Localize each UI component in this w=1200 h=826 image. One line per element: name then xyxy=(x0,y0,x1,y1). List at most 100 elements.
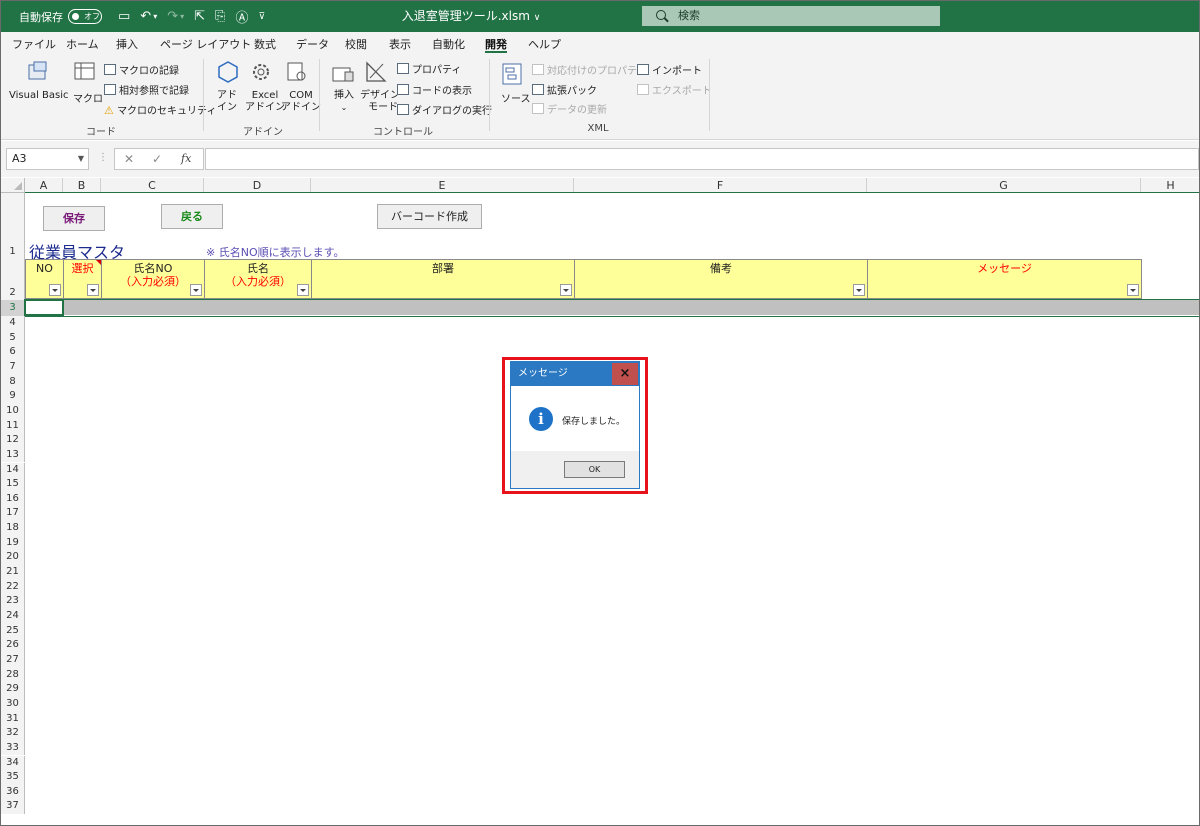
row-header-3[interactable]: 3 xyxy=(1,300,25,316)
chevron-down-icon[interactable]: ▾ xyxy=(153,12,157,21)
row-header-29[interactable]: 29 xyxy=(1,682,25,697)
row-header-12[interactable]: 12 xyxy=(1,433,25,448)
row-header-27[interactable]: 27 xyxy=(1,652,25,668)
row-header-37[interactable]: 37 xyxy=(1,799,25,815)
addin-button[interactable]: アド イン xyxy=(217,90,237,114)
row-header-32[interactable]: 32 xyxy=(1,726,25,741)
ok-button[interactable]: OK xyxy=(564,461,625,478)
filter-dropdown-icon[interactable] xyxy=(297,284,309,296)
row-header-30[interactable]: 30 xyxy=(1,696,25,712)
row-header-19[interactable]: 19 xyxy=(1,535,25,551)
com-addin-button[interactable]: COM アドイン xyxy=(281,90,321,114)
column-header-c[interactable]: C xyxy=(101,178,204,193)
filter-dropdown-icon[interactable] xyxy=(190,284,202,296)
active-cell-a3[interactable] xyxy=(24,299,64,316)
redo-icon[interactable]: ↷ xyxy=(167,9,178,24)
tab-data[interactable]: データ xyxy=(296,36,329,52)
barcode-button[interactable]: バーコード作成 xyxy=(377,204,482,229)
filter-dropdown-icon[interactable] xyxy=(49,284,61,296)
save-icon[interactable]: ▭ xyxy=(118,9,130,24)
row-header-8[interactable]: 8 xyxy=(1,374,25,390)
filter-dropdown-icon[interactable] xyxy=(560,284,572,296)
column-header-a[interactable]: A xyxy=(25,178,63,193)
row-header-21[interactable]: 21 xyxy=(1,565,25,580)
filter-dropdown-icon[interactable] xyxy=(1127,284,1139,296)
row-header-15[interactable]: 15 xyxy=(1,477,25,492)
tab-page-layout[interactable]: ページ レイアウト xyxy=(160,36,251,52)
row-header-11[interactable]: 11 xyxy=(1,418,25,434)
filter-dropdown-icon[interactable] xyxy=(853,284,865,296)
name-box[interactable]: A3 ▼ xyxy=(6,148,89,170)
row-header-13[interactable]: 13 xyxy=(1,447,25,463)
import-button[interactable]: インポート xyxy=(637,62,702,77)
column-header-e[interactable]: E xyxy=(311,178,574,193)
document-title[interactable]: 入退室管理ツール.xlsm ∨ xyxy=(351,1,591,34)
autosave-toggle[interactable]: オフ xyxy=(68,9,102,24)
tab-view[interactable]: 表示 xyxy=(389,36,411,52)
record-macro-button[interactable]: マクロの記録 xyxy=(104,62,179,77)
row-header-20[interactable]: 20 xyxy=(1,550,25,566)
tab-automate[interactable]: 自動化 xyxy=(432,36,465,52)
row-header-9[interactable]: 9 xyxy=(1,389,25,404)
run-dialog-button[interactable]: ダイアログの実行 xyxy=(397,102,492,117)
row-header-33[interactable]: 33 xyxy=(1,740,25,756)
row-header-31[interactable]: 31 xyxy=(1,711,25,727)
row-header-36[interactable]: 36 xyxy=(1,784,25,800)
xml-source-button[interactable]: ソース xyxy=(501,90,531,105)
insert-function-icon[interactable]: fx xyxy=(181,152,191,165)
filter-dropdown-icon[interactable] xyxy=(87,284,99,296)
row-header-1[interactable]: 1 xyxy=(1,193,25,259)
formula-input[interactable] xyxy=(205,148,1199,170)
macro-security-button[interactable]: ⚠ マクロのセキュリティ xyxy=(104,102,216,117)
save-button[interactable]: 保存 xyxy=(43,206,105,231)
tab-file[interactable]: ファイル xyxy=(12,36,56,52)
row-header-10[interactable]: 10 xyxy=(1,403,25,419)
row-header-23[interactable]: 23 xyxy=(1,594,25,609)
column-header-h[interactable]: H xyxy=(1141,178,1199,193)
back-button[interactable]: 戻る xyxy=(161,204,223,229)
search-input[interactable]: 検索 xyxy=(642,6,940,26)
row-header-7[interactable]: 7 xyxy=(1,359,25,375)
tab-developer[interactable]: 開発 xyxy=(485,36,507,53)
row-header-26[interactable]: 26 xyxy=(1,638,25,653)
row-header-14[interactable]: 14 xyxy=(1,462,25,478)
tab-home[interactable]: ホーム xyxy=(66,36,99,52)
cancel-icon[interactable]: ✕ xyxy=(124,152,134,166)
row-header-34[interactable]: 34 xyxy=(1,755,25,771)
row-header-4[interactable]: 4 xyxy=(1,316,25,331)
enter-icon[interactable]: ✓ xyxy=(152,152,162,166)
macro-button[interactable]: マクロ xyxy=(73,90,103,105)
row-header-5[interactable]: 5 xyxy=(1,330,25,346)
row-header-35[interactable]: 35 xyxy=(1,770,25,785)
select-all-corner[interactable] xyxy=(1,178,25,193)
close-button[interactable]: × xyxy=(612,363,638,385)
row-header-25[interactable]: 25 xyxy=(1,623,25,639)
tab-insert[interactable]: 挿入 xyxy=(116,36,138,52)
row-header-17[interactable]: 17 xyxy=(1,506,25,522)
row-header-2[interactable]: 2 xyxy=(1,259,25,300)
row-header-18[interactable]: 18 xyxy=(1,521,25,536)
design-mode-button[interactable]: デザイン モード xyxy=(360,90,400,114)
row-header-22[interactable]: 22 xyxy=(1,579,25,595)
row-header-28[interactable]: 28 xyxy=(1,667,25,683)
text-box-icon[interactable]: Ⓐ xyxy=(235,7,248,26)
column-header-g[interactable]: G xyxy=(867,178,1141,193)
visual-basic-button[interactable]: Visual Basic xyxy=(9,90,69,101)
customize-toolbar-icon[interactable]: ⊽ xyxy=(258,12,265,22)
column-header-b[interactable]: B xyxy=(63,178,101,193)
tab-formulas[interactable]: 数式 xyxy=(254,36,276,52)
excel-addin-button[interactable]: Excel アドイン xyxy=(245,90,285,114)
column-header-f[interactable]: F xyxy=(574,178,867,193)
undo-icon[interactable]: ↶ xyxy=(140,9,151,24)
tab-help[interactable]: ヘルプ xyxy=(528,36,561,52)
expansion-packs-button[interactable]: 拡張パック xyxy=(532,82,597,97)
insert-control-button[interactable]: 挿入 ⌄ xyxy=(334,90,354,114)
resize-handle-icon[interactable]: ⋮ xyxy=(98,152,108,163)
row-header-16[interactable]: 16 xyxy=(1,491,25,507)
row-header-6[interactable]: 6 xyxy=(1,345,25,360)
pointer-icon[interactable]: ⇱ xyxy=(194,9,205,24)
relative-reference-button[interactable]: 相対参照で記録 xyxy=(104,82,189,97)
view-code-button[interactable]: コードの表示 xyxy=(397,82,472,97)
chevron-down-icon[interactable]: ▼ xyxy=(78,149,84,169)
data-row-empty[interactable] xyxy=(25,300,1199,315)
